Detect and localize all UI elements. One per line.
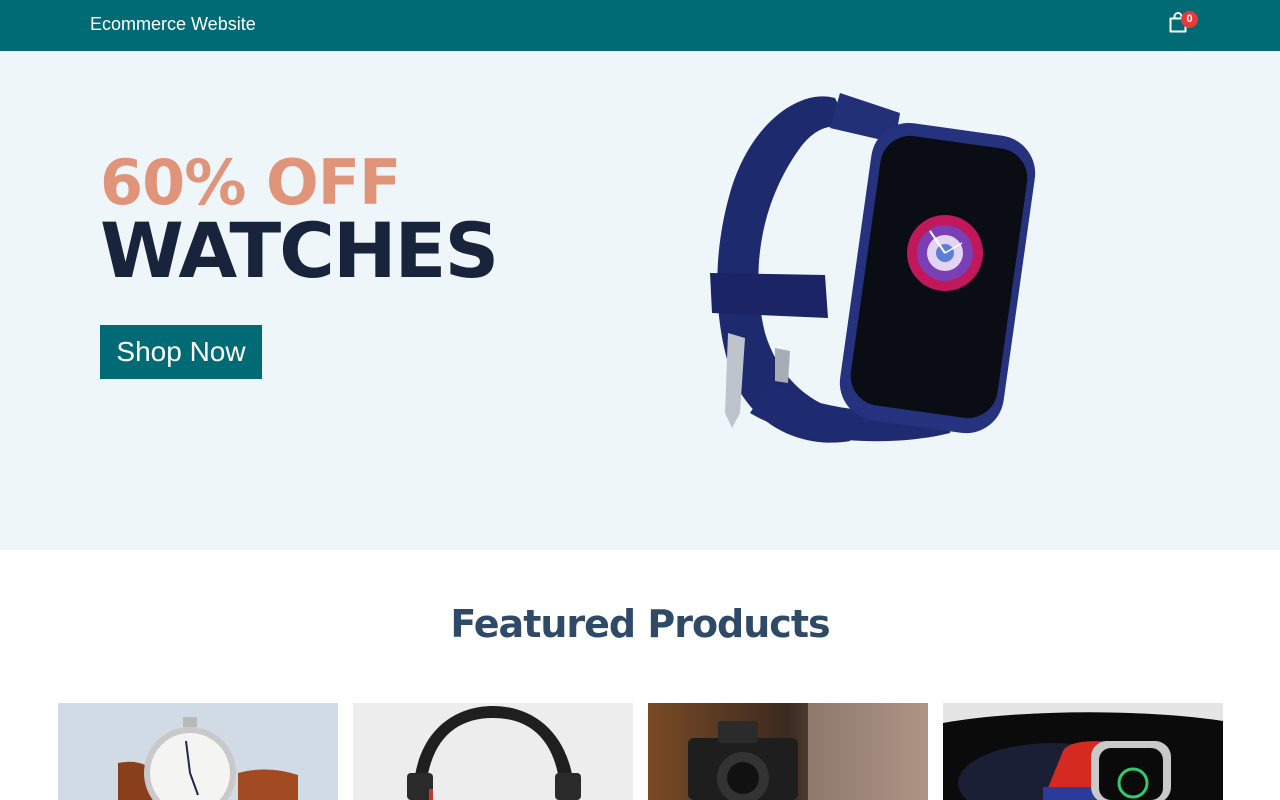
smartwatch-red-image (943, 703, 1223, 800)
cart-count-badge: 0 (1181, 11, 1198, 28)
product-card[interactable] (648, 703, 928, 800)
shop-now-button[interactable]: Shop Now (100, 325, 262, 379)
hero-banner: 60% OFF WATCHES Shop Now (0, 51, 1280, 550)
analog-watch-image (58, 703, 338, 800)
hero-product-text: WATCHES (100, 206, 499, 295)
product-card[interactable] (353, 703, 633, 800)
camera-image (648, 703, 928, 800)
brand-logo-link[interactable]: Ecommerce Website (90, 12, 256, 36)
cart-button[interactable]: 0 (1166, 11, 1198, 39)
headphones-image (353, 703, 633, 800)
featured-products-title: Featured Products (450, 602, 830, 646)
smartwatch-image (710, 93, 1036, 443)
product-card[interactable] (943, 703, 1223, 800)
navbar: Ecommerce Website 0 (0, 0, 1280, 51)
product-card[interactable] (58, 703, 338, 800)
